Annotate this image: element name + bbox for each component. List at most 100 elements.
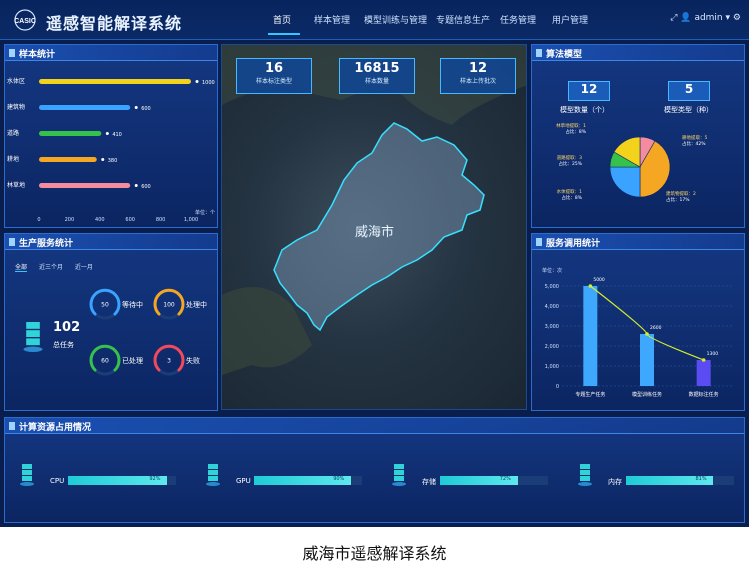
pie-pct: 占比：17%: [666, 196, 690, 203]
panel-marker-icon: [9, 422, 15, 430]
algorithm-pie-chart: 林草地提取：1占比：8%耕地提取：5占比：42%道路提取：3占比：25%水体提取…: [556, 122, 707, 203]
server-icon: [578, 464, 592, 486]
bar: [39, 105, 131, 110]
map-view[interactable]: 16 样本标注类型 16815 样本数量 12 样本上传批次 威海市: [221, 44, 527, 410]
tab-3-months[interactable]: 近三个月: [39, 264, 63, 271]
x-tick-label: 600: [125, 217, 135, 223]
resource-bar-fill: 81%: [626, 476, 714, 485]
category-label: 专题生产任务: [575, 391, 605, 398]
bar: [39, 79, 191, 84]
user-icon: 👤: [680, 13, 692, 23]
category-label: 水体区: [7, 77, 25, 85]
total-tasks-value: 102: [53, 320, 81, 335]
resource-label: GPU: [236, 477, 251, 485]
expand-icon[interactable]: ⤢: [670, 13, 677, 23]
bar: [583, 286, 598, 386]
username: admin: [694, 13, 723, 23]
gauge-label: 失败: [186, 356, 200, 365]
pie-pct: 占比：8%: [561, 194, 582, 201]
chevron-down-icon[interactable]: ▾: [726, 13, 731, 23]
bar: [696, 360, 711, 386]
category-label: 建筑物: [7, 103, 25, 111]
nav-production[interactable]: 专题信息生产: [436, 13, 490, 26]
y-tick-label: 5,000: [545, 284, 559, 290]
gauge-label: 处理中: [186, 300, 207, 309]
panel-title: 样本统计: [19, 50, 56, 60]
data-label: 1300: [707, 351, 719, 357]
model-count-value: 12: [568, 81, 610, 101]
casic-logo-icon: CASIC: [14, 9, 36, 31]
top-header: CASIC 遥感智能解译系统 首页 样本管理 模型训练与管理 专题信息生产 任务…: [0, 0, 749, 40]
model-count-label: 模型数量（个）: [560, 106, 609, 114]
gauge-value: 50: [101, 302, 109, 309]
resource-bar-fill: 72%: [440, 476, 518, 485]
category-label: 林草地: [7, 181, 25, 189]
dashboard-screen: CASIC 遥感智能解译系统 首页 样本管理 模型训练与管理 专题信息生产 任务…: [0, 0, 749, 527]
axis-unit: 单位：个: [195, 209, 215, 216]
gauge-value: 3: [167, 358, 171, 365]
figure-caption: 威海市遥感解译系统: [302, 544, 447, 563]
x-tick-label: 800: [156, 217, 166, 223]
tab-all[interactable]: 全部: [15, 264, 28, 272]
server-icon: [392, 464, 406, 486]
resource-bar-track: 81%: [626, 476, 734, 485]
resource-percent: 90%: [333, 476, 345, 482]
bar: [640, 334, 654, 386]
panel-marker-icon: [536, 49, 542, 57]
resource-bar-track: 90%: [254, 476, 362, 485]
service-bar-chart: 单位：次 0 1,000 2,000 3,000 4,000 5,000 专题生产任务 5000…: [542, 267, 732, 398]
resource-bar-fill: 92%: [68, 476, 168, 485]
resource-bar-track: 92%: [68, 476, 176, 485]
gauge-value: 60: [101, 358, 109, 365]
resource-label: CPU: [50, 477, 65, 485]
pie-label: 耕地提取：5: [682, 134, 707, 141]
resource-label: 存储: [422, 478, 436, 486]
bar-end-dot: [134, 184, 138, 187]
category-label: 数据标注任务: [689, 391, 719, 398]
nav-home[interactable]: 首页: [273, 13, 291, 26]
bar-end-dot: [105, 132, 109, 135]
stat-sample-types: 16 样本标注类型: [236, 58, 312, 94]
user-menu[interactable]: ⤢ 👤 admin ▾ ⚙: [670, 13, 741, 23]
x-tick-label: 200: [65, 217, 75, 223]
y-tick-label: 3,000: [545, 324, 559, 330]
settings-icon[interactable]: ⚙: [733, 13, 741, 23]
gauge-label: 已处理: [122, 356, 143, 365]
nav-models[interactable]: 模型训练与管理: [364, 13, 427, 26]
trend-point: [588, 284, 593, 288]
nav-samples[interactable]: 样本管理: [314, 13, 350, 26]
category-label: 道路: [7, 129, 19, 137]
pie-label: 水体提取：1: [557, 188, 582, 195]
sample-bar-chart: 水体区 1000 建筑物 600 道路 410 耕地 380 林草地 600 0 200 400 600 8…: [7, 77, 215, 223]
nav-tasks[interactable]: 任务管理: [500, 13, 536, 26]
production-stats-panel: 生产服务统计 全部 近三个月 近一月 102 总任务 50 等待中 100 处理中 60…: [4, 233, 218, 411]
panel-title: 计算资源占用情况: [19, 423, 92, 433]
trend-point: [701, 358, 706, 362]
bar-end-dot: [134, 106, 138, 109]
pie-label: 道路提取：3: [557, 154, 582, 161]
tab-1-month[interactable]: 近一月: [75, 264, 93, 271]
resource-bar-fill: 90%: [254, 476, 352, 485]
data-label: 410: [112, 132, 122, 138]
data-label: 5000: [593, 277, 605, 283]
resource-percent: 72%: [499, 476, 511, 482]
model-type-value: 5: [668, 81, 710, 101]
app-title: 遥感智能解译系统: [46, 14, 183, 33]
sample-stats-panel: 样本统计 水体区 1000 建筑物 600 道路 410 耕地 380 林草地 600 0 200 40…: [4, 44, 218, 228]
resource-percent: 81%: [695, 476, 707, 482]
data-label: 600: [141, 184, 151, 190]
bar-end-dot: [101, 158, 105, 161]
axis-unit: 单位：次: [542, 267, 562, 274]
gauge-value: 100: [163, 302, 175, 309]
resource-label: 内存: [608, 478, 622, 486]
category-label: 模型训练任务: [632, 391, 662, 398]
server-icon: [206, 464, 220, 486]
bar: [39, 157, 97, 162]
pie-label: 林草地提取：1: [556, 122, 586, 129]
gauge-label: 等待中: [122, 300, 143, 309]
panel-marker-icon: [9, 238, 15, 246]
nav-users[interactable]: 用户管理: [552, 13, 588, 26]
pie-pct: 占比：8%: [565, 128, 586, 135]
x-tick-label: 1,000: [184, 217, 198, 223]
bar: [39, 183, 131, 188]
